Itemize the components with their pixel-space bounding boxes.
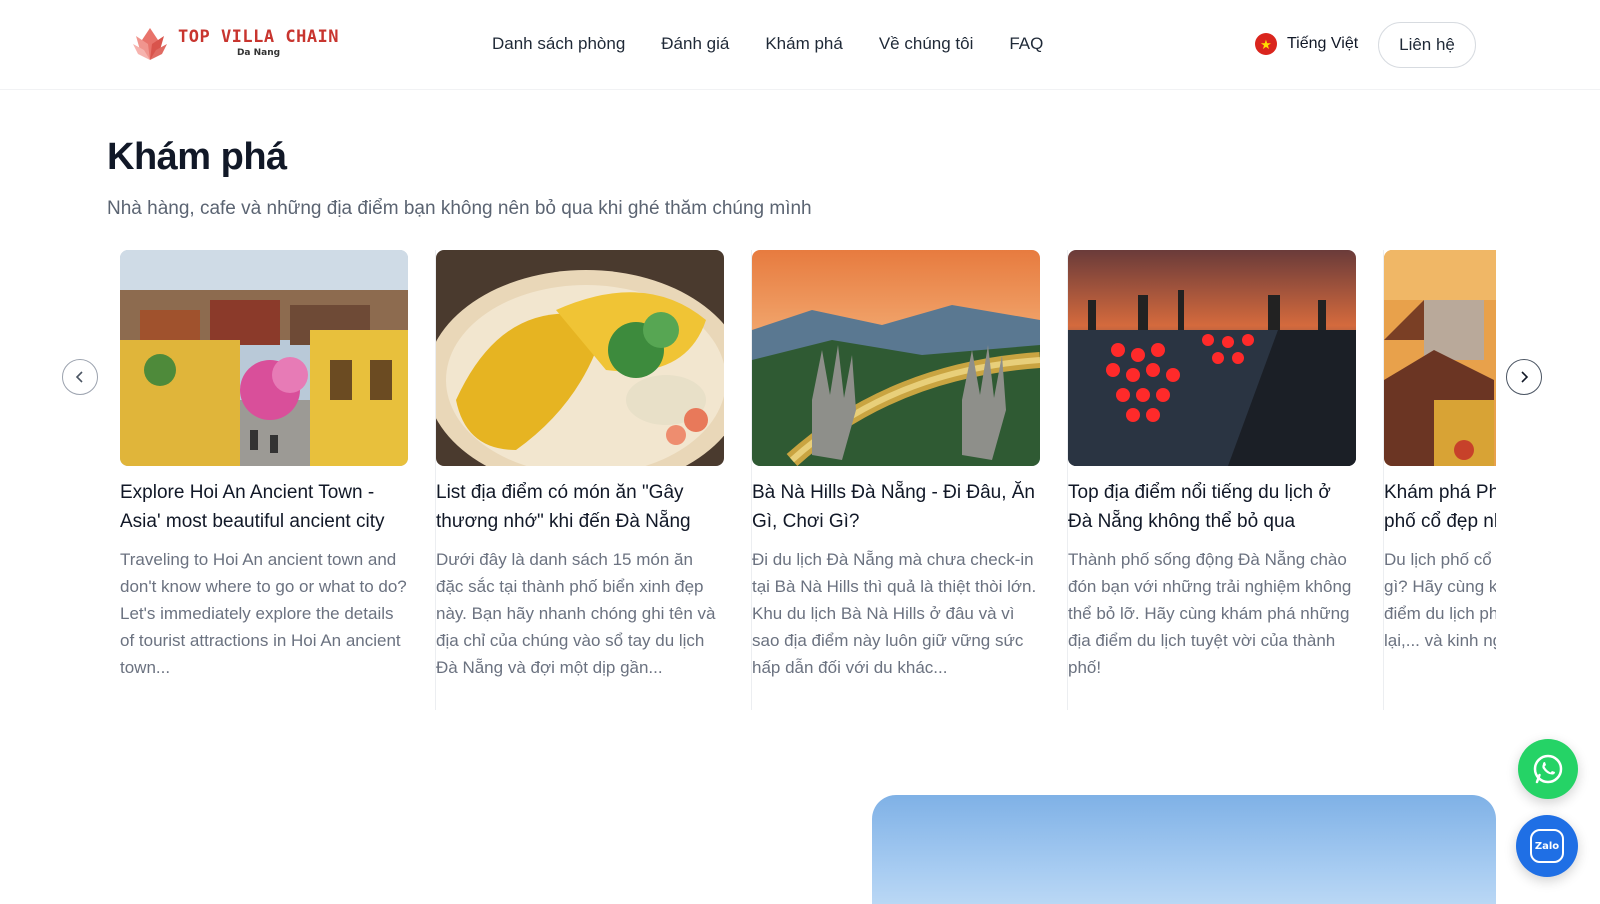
card-description: Đi du lịch Đà Nẵng mà chưa check-in tại …	[752, 550, 1037, 677]
carousel-track: Explore Hoi An Ancient Town - Asia' most…	[120, 250, 1496, 710]
card-description: Du lịch phố cổ Hội An nên đi đâu, làm gì…	[1384, 550, 1496, 650]
love-bridge-night-image	[1068, 250, 1356, 466]
hoi-an-street-image	[120, 250, 408, 466]
zalo-icon: Zalo	[1530, 829, 1564, 863]
nav-reviews[interactable]: Đánh giá	[661, 34, 729, 54]
nav-faq[interactable]: FAQ	[1009, 34, 1043, 54]
card-title[interactable]: Top địa điểm nổi tiếng du lịch ở Đà Nẵng…	[1068, 478, 1355, 536]
main-nav: Danh sách phòng Đánh giá Khám phá Về chú…	[492, 34, 1043, 54]
zalo-button[interactable]: Zalo	[1516, 815, 1578, 877]
nav-about-us[interactable]: Về chúng tôi	[879, 34, 974, 54]
chevron-left-icon	[75, 371, 83, 383]
language-label: Tiếng Việt	[1287, 35, 1359, 52]
logo[interactable]: TOP VILLA CHAIN Da Nang	[132, 24, 339, 62]
lotus-logo-icon	[133, 28, 167, 60]
nav-room-list[interactable]: Danh sách phòng	[492, 34, 625, 54]
card-image-banh-xeo[interactable]	[436, 250, 724, 466]
card-description: Traveling to Hoi An ancient town and don…	[120, 550, 407, 677]
vietnam-flag-icon: ★	[1255, 33, 1277, 55]
explore-card[interactable]: Bà Nà Hills Đà Nẵng - Đi Đâu, Ăn Gì, Chơ…	[752, 250, 1068, 710]
card-image-love-bridge[interactable]	[1068, 250, 1356, 466]
hoi-an-rooftops-image	[1384, 250, 1496, 466]
card-title[interactable]: List địa điểm có món ăn "Gây thương nhớ"…	[436, 478, 723, 536]
explore-carousel: Explore Hoi An Ancient Town - Asia' most…	[120, 250, 1496, 710]
carousel-next-button[interactable]	[1506, 359, 1542, 395]
explore-card[interactable]: List địa điểm có món ăn "Gây thương nhớ"…	[436, 250, 752, 710]
contact-button[interactable]: Liên hệ	[1378, 22, 1476, 68]
explore-card[interactable]: Explore Hoi An Ancient Town - Asia' most…	[120, 250, 436, 710]
card-image-hoi-an-old-town[interactable]	[1384, 250, 1496, 466]
banh-xeo-food-image	[436, 250, 724, 466]
whatsapp-button[interactable]	[1518, 739, 1578, 799]
chevron-right-icon	[1521, 371, 1529, 383]
bottom-banner-image	[872, 795, 1496, 904]
card-title[interactable]: Khám phá Phố cổ Hội An - Thành phố cổ đẹ…	[1384, 478, 1496, 536]
card-description: Thành phố sống động Đà Nẵng chào đón bạn…	[1068, 550, 1352, 677]
zalo-label: Zalo	[1534, 840, 1560, 852]
section-subtitle: Nhà hàng, cafe và những địa điểm bạn khô…	[107, 198, 812, 219]
explore-card[interactable]: Top địa điểm nổi tiếng du lịch ở Đà Nẵng…	[1068, 250, 1384, 710]
explore-card[interactable]: Khám phá Phố cổ Hội An - Thành phố cổ đẹ…	[1384, 250, 1496, 710]
card-title[interactable]: Explore Hoi An Ancient Town - Asia' most…	[120, 478, 407, 536]
logo-title: TOP VILLA CHAIN	[178, 26, 340, 47]
site-header: TOP VILLA CHAIN Da Nang Danh sách phòng …	[0, 0, 1600, 90]
nav-explore[interactable]: Khám phá	[765, 34, 843, 54]
card-description: Dưới đây là danh sách 15 món ăn đặc sắc …	[436, 550, 716, 677]
language-switcher[interactable]: ★ Tiếng Việt	[1255, 33, 1358, 55]
card-image-ba-na-hills[interactable]	[752, 250, 1040, 466]
carousel-prev-button[interactable]	[62, 359, 98, 395]
golden-bridge-image	[752, 250, 1040, 466]
card-title[interactable]: Bà Nà Hills Đà Nẵng - Đi Đâu, Ăn Gì, Chơ…	[752, 478, 1039, 536]
whatsapp-icon	[1533, 754, 1563, 784]
section-title: Khám phá	[107, 136, 287, 178]
logo-subtitle: Da Nang	[236, 47, 281, 58]
card-image-hoi-an[interactable]	[120, 250, 408, 466]
